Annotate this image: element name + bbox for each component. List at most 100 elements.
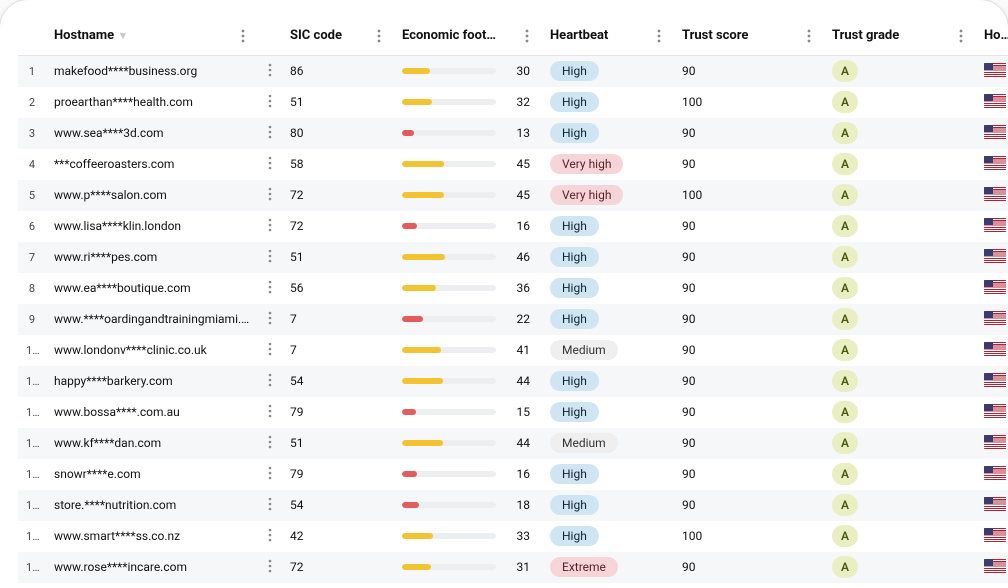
hostname-cell: www.kf****dan.com: [46, 428, 258, 459]
row-menu-icon[interactable]: [268, 559, 272, 573]
progress-bar: [402, 440, 496, 446]
progress-bar: [402, 409, 496, 415]
progress-bar: [402, 564, 496, 570]
flag-icon: [984, 218, 1006, 232]
trust-score-cell: 90: [674, 552, 824, 583]
progress-bar: [402, 161, 496, 167]
sic-cell: 56: [282, 273, 394, 304]
table-row[interactable]: 13www.kf****dan.com5144Medium90A: [18, 428, 1008, 459]
table-row[interactable]: 7www.ri****pes.com5146High90A: [18, 242, 1008, 273]
row-index: 16: [18, 521, 46, 552]
hostname-cell: makefood****business.org: [46, 56, 258, 87]
col-location[interactable]: Ho…: [976, 18, 1008, 56]
economic-footprint-value: 22: [506, 312, 530, 326]
economic-footprint-cell: 16: [394, 211, 542, 242]
col-trust-grade[interactable]: Trust grade: [824, 18, 976, 56]
col-sic[interactable]: SIC code: [282, 18, 394, 56]
row-menu-icon[interactable]: [268, 466, 272, 480]
row-menu-icon[interactable]: [268, 187, 272, 201]
grade-badge: A: [832, 153, 858, 175]
location-cell: [976, 87, 1008, 118]
table-row[interactable]: 2proearthan****health.com5132High100A: [18, 87, 1008, 118]
economic-footprint-cell: 44: [394, 366, 542, 397]
col-economic-footprint[interactable]: Economic foot…: [394, 18, 542, 56]
table-row[interactable]: 1makefood****business.org8630High90A: [18, 56, 1008, 87]
trust-grade-cell: A: [824, 552, 976, 583]
row-index: 6: [18, 211, 46, 242]
row-menu-icon[interactable]: [268, 528, 272, 542]
heartbeat-pill: High: [550, 402, 599, 422]
table-row[interactable]: 16www.smart****ss.co.nz4233High100A: [18, 521, 1008, 552]
flag-icon: [984, 466, 1006, 480]
progress-bar: [402, 378, 496, 384]
row-menu-icon[interactable]: [268, 156, 272, 170]
row-menu-icon[interactable]: [268, 63, 272, 77]
economic-footprint-cell: 44: [394, 428, 542, 459]
sort-icon[interactable]: ▾: [120, 30, 126, 41]
col-menu-icon[interactable]: [954, 29, 968, 43]
economic-footprint-value: 32: [506, 95, 530, 109]
col-menu-icon[interactable]: [236, 29, 250, 43]
col-menu-icon[interactable]: [802, 29, 816, 43]
trust-score-cell: 90: [674, 211, 824, 242]
table-row[interactable]: 4***coffeeroasters.com5845Very high90A: [18, 149, 1008, 180]
hostname-cell: www.londonv****clinic.co.uk: [46, 335, 258, 366]
row-index: 3: [18, 118, 46, 149]
location-cell: [976, 118, 1008, 149]
table-row[interactable]: 14snowr****e.com7916High90A: [18, 459, 1008, 490]
heartbeat-pill: Extreme: [550, 557, 618, 577]
row-menu-icon[interactable]: [268, 373, 272, 387]
trust-grade-cell: A: [824, 428, 976, 459]
hostname-cell: www.rose****incare.com: [46, 552, 258, 583]
row-menu-icon[interactable]: [268, 497, 272, 511]
table-row[interactable]: 9www.****oardingandtrainingmiami.com722H…: [18, 304, 1008, 335]
table-row[interactable]: 17www.rose****incare.com7231Extreme90A: [18, 552, 1008, 583]
row-menu-icon[interactable]: [268, 404, 272, 418]
progress-bar: [402, 533, 496, 539]
economic-footprint-value: 33: [506, 529, 530, 543]
table-row[interactable]: 8www.ea****boutique.com5636High90A: [18, 273, 1008, 304]
col-menu-icon[interactable]: [372, 29, 386, 43]
table-row[interactable]: 5www.p****salon.com7245Very high100A: [18, 180, 1008, 211]
col-trust-score[interactable]: Trust score: [674, 18, 824, 56]
sic-cell: 72: [282, 211, 394, 242]
flag-icon: [984, 249, 1006, 263]
economic-footprint-value: 44: [506, 436, 530, 450]
heartbeat-pill: High: [550, 495, 599, 515]
col-heartbeat-label: Heartbeat: [550, 28, 608, 43]
row-index: 13: [18, 428, 46, 459]
table-row[interactable]: 15store.****nutrition.com5418High90A: [18, 490, 1008, 521]
row-index: 9: [18, 304, 46, 335]
economic-footprint-value: 45: [506, 157, 530, 171]
row-menu-icon[interactable]: [268, 342, 272, 356]
table-row[interactable]: 12www.bossa****.com.au7915High90A: [18, 397, 1008, 428]
row-menu-icon[interactable]: [268, 249, 272, 263]
location-cell: [976, 552, 1008, 583]
table-row[interactable]: 3www.sea****3d.com8013High90A: [18, 118, 1008, 149]
col-heartbeat[interactable]: Heartbeat: [542, 18, 674, 56]
trust-grade-cell: A: [824, 490, 976, 521]
col-menu-icon[interactable]: [652, 29, 666, 43]
trust-grade-cell: A: [824, 397, 976, 428]
hostname-cell: happy****barkery.com: [46, 366, 258, 397]
trust-grade-cell: A: [824, 87, 976, 118]
table-row[interactable]: 11happy****barkery.com5444High90A: [18, 366, 1008, 397]
col-menu-icon[interactable]: [520, 29, 534, 43]
row-menu-icon[interactable]: [268, 94, 272, 108]
sic-cell: 51: [282, 87, 394, 118]
economic-footprint-cell: 41: [394, 335, 542, 366]
row-menu-icon[interactable]: [268, 311, 272, 325]
row-menu-icon[interactable]: [268, 280, 272, 294]
sic-cell: 42: [282, 521, 394, 552]
row-menu-icon[interactable]: [268, 218, 272, 232]
row-menu-icon[interactable]: [268, 435, 272, 449]
col-hostname[interactable]: Hostname ▾: [46, 18, 258, 56]
row-menu-icon[interactable]: [268, 125, 272, 139]
hostname-cell: snowr****e.com: [46, 459, 258, 490]
sic-cell: 54: [282, 366, 394, 397]
table-row[interactable]: 6www.lisa****klin.london7216High90A: [18, 211, 1008, 242]
trust-grade-cell: A: [824, 118, 976, 149]
table-row[interactable]: 10www.londonv****clinic.co.uk741Medium90…: [18, 335, 1008, 366]
sic-cell: 79: [282, 397, 394, 428]
row-index: 7: [18, 242, 46, 273]
